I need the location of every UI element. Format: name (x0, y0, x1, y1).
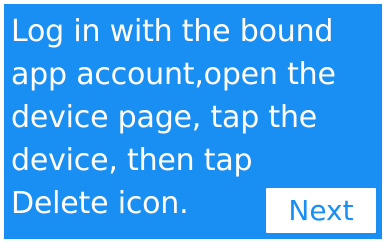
next-button[interactable]: Next (266, 188, 376, 233)
instruction-panel: Log in with the bound app account,open t… (0, 0, 386, 243)
